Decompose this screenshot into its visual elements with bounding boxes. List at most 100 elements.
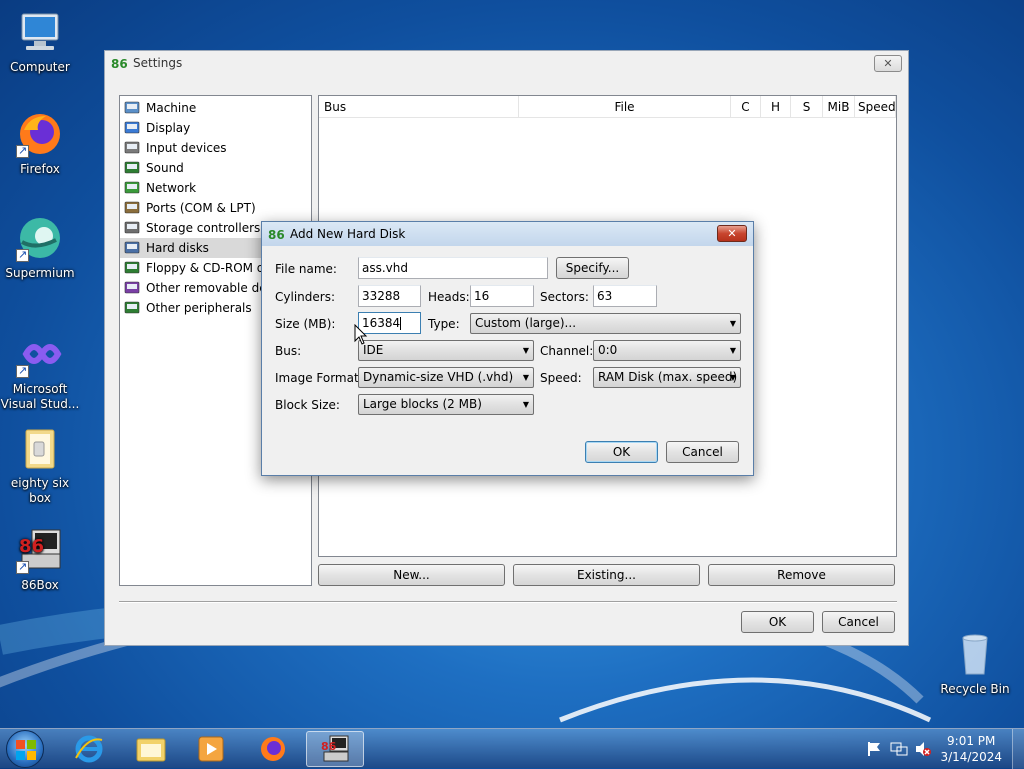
shortcut-arrow-icon [16, 247, 29, 262]
remove-disk-button[interactable]: Remove [708, 564, 895, 586]
bus-dropdown[interactable]: IDE ▼ [358, 340, 534, 361]
desktop-icon-supermium[interactable]: Supermium [0, 214, 80, 281]
chevron-down-icon: ▼ [729, 373, 736, 382]
column-header-bus[interactable]: Bus [319, 96, 519, 118]
block-size-label: Block Size: [275, 398, 340, 412]
tree-item-label: Display [146, 121, 191, 135]
windows-logo-icon [16, 740, 36, 760]
image-format-dropdown[interactable]: Dynamic-size VHD (.vhd) ▼ [358, 367, 534, 388]
media-player-icon [198, 736, 224, 762]
taskbar: 86 9:01 PM 3/14/2024 [0, 728, 1024, 769]
computer-icon [16, 8, 64, 56]
network-icon [124, 181, 140, 194]
taskbar-file-explorer[interactable] [122, 731, 180, 767]
sectors-input[interactable]: 63 [593, 285, 657, 307]
sectors-label: Sectors: [540, 290, 589, 304]
tree-item-label: Other peripherals [146, 301, 252, 315]
86box-icon: 86 [16, 526, 64, 574]
settings-titlebar[interactable]: 86 Settings ✕ [105, 51, 908, 75]
desktop-icon-86box[interactable]: 86 86Box [0, 526, 80, 593]
desktop-icon-computer[interactable]: Computer [0, 8, 80, 75]
tree-item-network[interactable]: Network [120, 178, 311, 198]
chevron-down-icon: ▼ [522, 400, 529, 409]
removable-devices-icon [124, 281, 140, 294]
desktop-icon-recycle-bin[interactable]: Recycle Bin [935, 630, 1015, 697]
supermium-icon [16, 214, 64, 262]
dialog-cancel-button[interactable]: Cancel [666, 441, 739, 463]
heads-input[interactable]: 16 [470, 285, 534, 307]
desktop-icon-eighty-six-box[interactable]: eighty six box [0, 424, 80, 506]
column-header-speed[interactable]: Speed [855, 96, 896, 118]
desktop-icon-label: 86Box [21, 578, 59, 592]
size-label: Size (MB): [275, 317, 336, 331]
peripherals-icon [124, 301, 140, 314]
column-header-h[interactable]: H [761, 96, 791, 118]
tree-item-display[interactable]: Display [120, 118, 311, 138]
settings-title: Settings [133, 56, 183, 70]
tree-item-input-devices[interactable]: Input devices [120, 138, 311, 158]
input-devices-icon [124, 141, 140, 154]
network-icon[interactable] [890, 741, 908, 757]
column-header-mib[interactable]: MiB [823, 96, 855, 118]
chevron-down-icon: ▼ [729, 319, 736, 328]
tree-item-label: Storage controllers [146, 221, 261, 235]
text-caret [400, 317, 402, 330]
existing-disk-button[interactable]: Existing... [513, 564, 700, 586]
block-size-dropdown[interactable]: Large blocks (2 MB) ▼ [358, 394, 534, 415]
show-desktop-button[interactable] [1012, 729, 1024, 769]
start-button[interactable] [6, 730, 44, 768]
chevron-down-icon: ▼ [522, 346, 529, 355]
speed-label: Speed: [540, 371, 582, 385]
sound-icon [124, 161, 140, 174]
floppy-cdrom-icon [124, 261, 140, 274]
visual-studio-icon [16, 330, 64, 378]
tree-item-label: Hard disks [146, 241, 209, 255]
heads-label: Heads: [428, 290, 470, 304]
tree-item-machine[interactable]: Machine [120, 98, 311, 118]
desktop-icon-label: Microsoft Visual Stud... [0, 382, 80, 411]
settings-close-button[interactable]: ✕ [874, 55, 902, 72]
desktop-icon-firefox[interactable]: Firefox [0, 110, 80, 177]
taskbar-firefox[interactable] [244, 731, 302, 767]
tree-item-sound[interactable]: Sound [120, 158, 311, 178]
desktop-icon-label: Firefox [20, 162, 60, 176]
clock-date: 3/14/2024 [940, 750, 1002, 764]
channel-dropdown[interactable]: 0:0 ▼ [593, 340, 741, 361]
volume-muted-icon[interactable] [914, 741, 932, 757]
taskbar-86box[interactable]: 86 [306, 731, 364, 767]
86box-app-icon: 86 [268, 228, 284, 242]
settings-cancel-button[interactable]: Cancel [822, 611, 895, 633]
bus-label: Bus: [275, 344, 302, 358]
recycle-bin-icon [951, 630, 999, 678]
svg-text:86: 86 [321, 740, 337, 753]
speed-dropdown[interactable]: RAM Disk (max. speed) ▼ [593, 367, 741, 388]
column-header-file[interactable]: File [519, 96, 731, 118]
settings-ok-button[interactable]: OK [741, 611, 814, 633]
taskbar-internet-explorer[interactable] [60, 731, 118, 767]
action-center-flag-icon[interactable] [866, 741, 882, 757]
tree-item-label: Machine [146, 101, 197, 115]
system-clock[interactable]: 9:01 PM 3/14/2024 [940, 733, 1002, 765]
tree-item-ports-com-lpt[interactable]: Ports (COM & LPT) [120, 198, 311, 218]
type-dropdown[interactable]: Custom (large)... ▼ [470, 313, 741, 334]
tree-item-label: Ports (COM & LPT) [146, 201, 256, 215]
internet-explorer-icon [75, 735, 103, 763]
desktop-icon-label: Computer [10, 60, 70, 74]
folder-icon [16, 424, 64, 472]
cylinders-label: Cylinders: [275, 290, 335, 304]
desktop-icon-label: Supermium [5, 266, 75, 280]
cylinders-input[interactable]: 33288 [358, 285, 421, 307]
dialog-ok-button[interactable]: OK [585, 441, 658, 463]
new-disk-button[interactable]: New... [318, 564, 505, 586]
dialog-close-button[interactable]: ✕ [717, 225, 747, 242]
taskbar-media-player[interactable] [182, 731, 240, 767]
mouse-cursor-icon [354, 324, 368, 345]
dialog-titlebar[interactable]: 86 Add New Hard Disk ✕ [262, 222, 753, 246]
folder-icon [136, 738, 166, 762]
column-header-s[interactable]: S [791, 96, 823, 118]
specify-button[interactable]: Specify... [556, 257, 629, 279]
file-name-input[interactable]: ass.vhd [358, 257, 548, 279]
column-header-c[interactable]: C [731, 96, 761, 118]
desktop-icon-visual-studio[interactable]: Microsoft Visual Stud... [0, 330, 80, 412]
type-value: Custom (large)... [475, 316, 577, 330]
